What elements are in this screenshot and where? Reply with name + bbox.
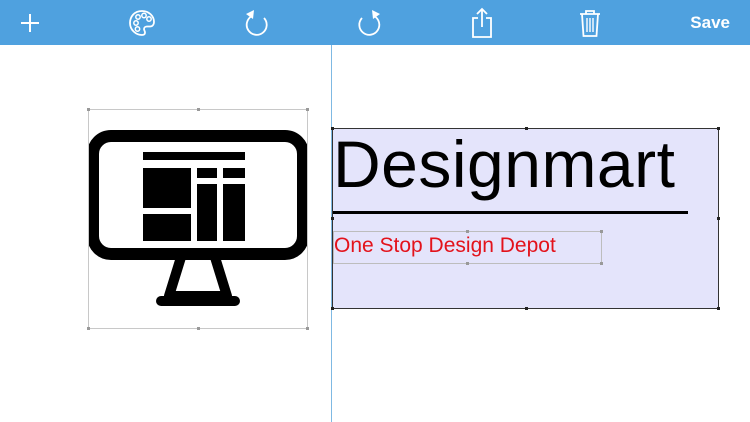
- delete-button[interactable]: [568, 0, 612, 45]
- add-button[interactable]: [8, 0, 52, 45]
- resize-handle[interactable]: [197, 327, 200, 330]
- resize-handle[interactable]: [87, 108, 90, 111]
- plus-icon: [21, 13, 39, 32]
- resize-handle[interactable]: [600, 230, 603, 233]
- tagline-element[interactable]: One Stop Design Depot: [333, 230, 603, 265]
- resize-handle[interactable]: [466, 230, 469, 233]
- resize-handle[interactable]: [600, 262, 603, 265]
- resize-handle[interactable]: [197, 108, 200, 111]
- palette-button[interactable]: [120, 0, 164, 45]
- resize-handle[interactable]: [525, 307, 528, 310]
- resize-handle[interactable]: [331, 307, 334, 310]
- resize-handle[interactable]: [717, 217, 720, 220]
- palette-icon: [129, 9, 155, 36]
- undo-button[interactable]: [234, 0, 278, 45]
- tagline-text: One Stop Design Depot: [334, 234, 556, 257]
- undo-icon: [245, 9, 268, 36]
- redo-button[interactable]: [348, 0, 392, 45]
- brand-underline: [333, 211, 688, 214]
- resize-handle[interactable]: [717, 127, 720, 130]
- save-button[interactable]: Save: [690, 0, 730, 45]
- resize-handle[interactable]: [87, 327, 90, 330]
- design-canvas[interactable]: Designmart One Stop Design Depot: [0, 45, 750, 422]
- resize-handle[interactable]: [306, 327, 309, 330]
- selected-text-element[interactable]: Designmart One Stop Design Depot: [331, 127, 720, 310]
- resize-handle[interactable]: [306, 108, 309, 111]
- share-icon: [472, 7, 492, 38]
- logo-element[interactable]: [87, 108, 309, 330]
- brand-name-text[interactable]: Designmart: [333, 131, 675, 197]
- resize-handle[interactable]: [717, 307, 720, 310]
- resize-handle[interactable]: [466, 262, 469, 265]
- resize-handle[interactable]: [331, 217, 334, 220]
- share-button[interactable]: [460, 0, 504, 45]
- monitor-layout-icon: [87, 130, 309, 306]
- trash-icon: [580, 9, 600, 37]
- toolbar: Save: [0, 0, 750, 45]
- redo-icon: [358, 9, 381, 36]
